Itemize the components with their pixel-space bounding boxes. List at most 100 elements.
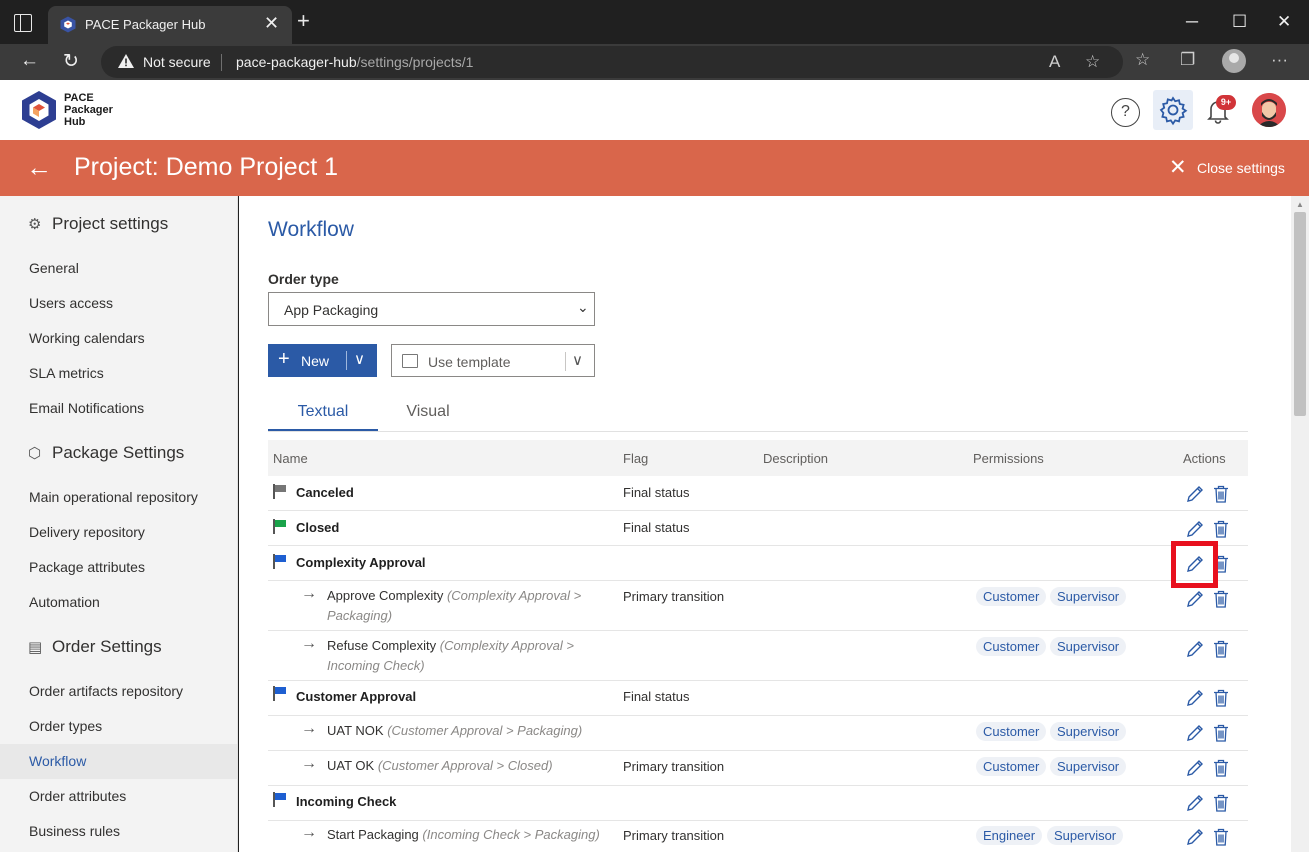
add-favorite-icon[interactable]: ☆ <box>1085 52 1100 72</box>
flag-text: Final status <box>623 520 690 535</box>
sidebar-item-order-artifacts-repository[interactable]: Order artifacts repository <box>0 674 237 709</box>
sidebar-item-main-operational-repository[interactable]: Main operational repository <box>0 480 237 515</box>
table-row[interactable]: → UAT NOK (Customer Approval > Packaging… <box>268 716 1248 751</box>
table-row[interactable]: → Refuse Complexity (Complexity Approval… <box>268 631 1248 681</box>
scrollbar-thumb[interactable] <box>1294 212 1306 416</box>
more-options-icon[interactable]: ··· <box>1271 50 1288 70</box>
sidebar-item-business-rules[interactable]: Business rules <box>0 814 237 849</box>
pencil-icon[interactable] <box>1185 519 1205 539</box>
close-window-icon[interactable]: ✕ <box>1277 12 1291 32</box>
scroll-up-icon[interactable]: ▲ <box>1296 200 1304 209</box>
template-chevron-icon[interactable]: ∨ <box>572 351 583 369</box>
trash-icon[interactable] <box>1213 794 1229 812</box>
browser-tab[interactable]: PACE Packager Hub ✕ <box>48 6 292 44</box>
sidebar-item-order-types[interactable]: Order types <box>0 709 237 744</box>
trash-icon[interactable] <box>1213 590 1229 608</box>
pencil-icon[interactable] <box>1185 827 1205 847</box>
trash-icon[interactable] <box>1213 520 1229 538</box>
table-row[interactable]: → Approve Complexity (Complexity Approva… <box>268 581 1248 631</box>
sidebar-item-email-notifications[interactable]: Email Notifications <box>0 391 237 426</box>
read-aloud-icon[interactable]: A <box>1049 52 1060 72</box>
trash-icon[interactable] <box>1213 828 1229 846</box>
trash-icon[interactable] <box>1213 485 1229 503</box>
sidebar-item-automation[interactable]: Automation <box>0 585 237 620</box>
address-bar-row: ← ↻ Not secure pace-packager-hub/setting… <box>0 44 1309 80</box>
new-dropdown-chevron-icon[interactable]: ∨ <box>354 350 365 368</box>
tab-visual[interactable]: Visual <box>378 403 478 421</box>
permission-badge: Supervisor <box>1050 587 1127 606</box>
section-title: Workflow <box>268 218 354 241</box>
help-icon[interactable]: ? <box>1111 98 1140 127</box>
user-avatar[interactable] <box>1252 93 1286 127</box>
browser-tab-bar: PACE Packager Hub ✕ + ─ ☐ ✕ <box>0 0 1309 44</box>
trash-icon[interactable] <box>1213 640 1229 658</box>
new-tab-button[interactable]: + <box>297 10 310 32</box>
flag-icon <box>273 792 286 807</box>
close-icon[interactable]: ✕ <box>1169 155 1187 180</box>
clipboard-icon: ▤ <box>28 639 43 656</box>
trash-icon[interactable] <box>1213 724 1229 742</box>
sidebar-item-sla-metrics[interactable]: SLA metrics <box>0 356 237 391</box>
permission-badge: Supervisor <box>1050 722 1127 741</box>
column-description[interactable]: Description <box>763 451 828 466</box>
collections-icon[interactable]: ❐ <box>1180 50 1195 70</box>
pencil-icon[interactable] <box>1185 484 1205 504</box>
trash-icon[interactable] <box>1213 689 1229 707</box>
pencil-icon[interactable] <box>1185 758 1205 778</box>
pencil-icon[interactable] <box>1185 639 1205 659</box>
avatar-face-icon <box>1252 93 1286 127</box>
table-row[interactable]: Customer Approval Final status <box>268 681 1248 716</box>
new-button-label: New <box>301 353 330 369</box>
logo-line-1: PACE <box>64 92 94 104</box>
order-settings-title: Order Settings <box>52 637 162 656</box>
table-row[interactable]: → UAT OK (Customer Approval > Closed) Pr… <box>268 751 1248 786</box>
pace-logo[interactable] <box>21 90 57 130</box>
sidebar-item-general[interactable]: General <box>0 251 237 286</box>
sidebar-item-working-calendars[interactable]: Working calendars <box>0 321 237 356</box>
sidebar-item-users-access[interactable]: Users access <box>0 286 237 321</box>
back-arrow-icon[interactable]: ← <box>26 152 52 182</box>
table-row[interactable]: Canceled Final status <box>268 476 1248 511</box>
new-button-divider <box>346 351 347 370</box>
table-row[interactable]: Closed Final status <box>268 511 1248 546</box>
trash-icon[interactable] <box>1213 759 1229 777</box>
pencil-icon[interactable] <box>1185 589 1205 609</box>
transition-label: Start Packaging <box>327 827 419 842</box>
column-name[interactable]: Name <box>273 451 308 466</box>
column-flag[interactable]: Flag <box>623 451 648 466</box>
pencil-icon[interactable] <box>1185 688 1205 708</box>
column-permissions[interactable]: Permissions <box>973 451 1044 466</box>
sidebar-item-package-attributes[interactable]: Package attributes <box>0 550 237 585</box>
profile-avatar-icon[interactable] <box>1222 49 1246 73</box>
tab-textual[interactable]: Textual <box>268 403 378 421</box>
tab-actions-icon[interactable] <box>14 14 32 32</box>
table-row[interactable]: Incoming Check <box>268 786 1248 821</box>
url-path: /settings/projects/1 <box>356 54 474 70</box>
settings-button[interactable] <box>1153 90 1193 130</box>
refresh-icon[interactable]: ↻ <box>63 50 79 73</box>
url-host: pace-packager-hub <box>236 54 357 70</box>
arrow-right-icon: → <box>301 824 317 841</box>
favorites-icon[interactable]: ☆ <box>1135 50 1150 70</box>
table-row[interactable]: → Start Packaging (Incoming Check > Pack… <box>268 821 1248 852</box>
arrow-right-icon: → <box>301 585 317 602</box>
column-actions[interactable]: Actions <box>1183 451 1226 466</box>
use-template-button[interactable]: Use template ∨ <box>391 344 595 377</box>
sidebar-item-workflow[interactable]: Workflow <box>0 744 237 779</box>
permission-badge: Customer <box>976 637 1047 656</box>
status-name: Canceled <box>296 485 354 500</box>
pencil-icon[interactable] <box>1185 793 1205 813</box>
new-button[interactable]: + New ∨ <box>268 344 377 377</box>
url-field[interactable]: Not secure pace-packager-hub/settings/pr… <box>101 46 1123 78</box>
minimize-icon[interactable]: ─ <box>1186 12 1198 32</box>
url-text: pace-packager-hub/settings/projects/1 <box>236 54 473 70</box>
maximize-icon[interactable]: ☐ <box>1232 12 1247 32</box>
close-tab-icon[interactable]: ✕ <box>264 13 279 34</box>
back-arrow-icon[interactable]: ← <box>20 50 39 72</box>
close-settings-button[interactable]: Close settings <box>1197 160 1285 176</box>
sidebar-item-order-attributes[interactable]: Order attributes <box>0 779 237 814</box>
pencil-icon[interactable] <box>1185 723 1205 743</box>
table-row[interactable]: Complexity Approval <box>268 546 1248 581</box>
sidebar-item-delivery-repository[interactable]: Delivery repository <box>0 515 237 550</box>
order-type-select[interactable]: App Packaging ⌄ <box>268 292 595 326</box>
